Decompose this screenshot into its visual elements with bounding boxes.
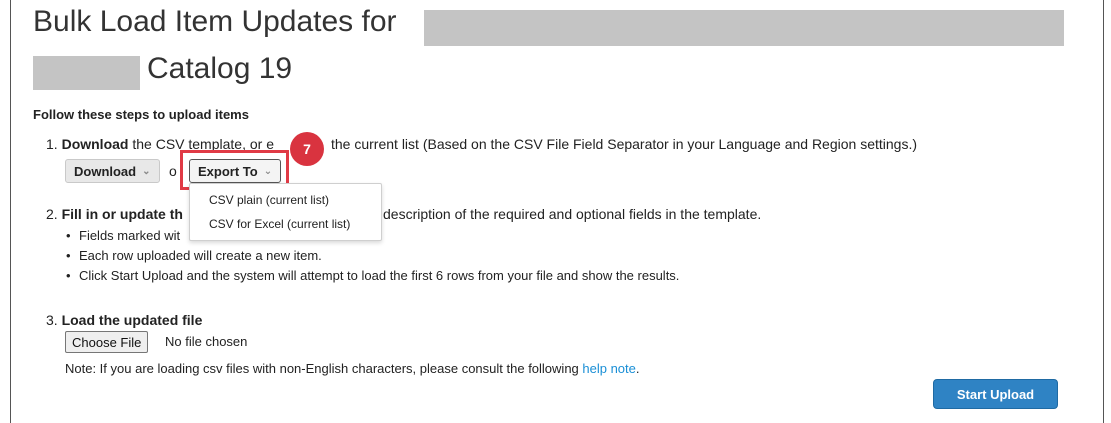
- no-file-chosen-text: No file chosen: [165, 334, 248, 349]
- note-text: Note: If you are loading csv files with …: [65, 361, 640, 376]
- step2-bullet-upload: Click Start Upload and the system will a…: [66, 268, 679, 283]
- redacted-block: [33, 56, 140, 90]
- redacted-block: [424, 10, 1064, 46]
- note-end: .: [635, 361, 640, 376]
- note-body: Note: If you are loading csv files with …: [65, 361, 583, 376]
- step3-heading: 3. Load the updated file: [46, 312, 202, 328]
- step1-bold: Download: [61, 136, 129, 152]
- annotation-badge: 7: [290, 132, 324, 166]
- step1-number: 1.: [46, 136, 58, 152]
- step2-heading: 2. Fill in or update th: [46, 206, 183, 222]
- step2-number: 2.: [46, 206, 58, 222]
- menu-item-csv-plain[interactable]: CSV plain (current list): [209, 193, 329, 207]
- step1-text-b: the current list (Based on the CSV File …: [331, 136, 917, 152]
- start-upload-button[interactable]: Start Upload: [933, 379, 1058, 409]
- menu-item-csv-excel[interactable]: CSV for Excel (current list): [209, 217, 350, 231]
- step3-bold: Load the updated file: [61, 312, 203, 328]
- choose-file-button[interactable]: Choose File: [65, 331, 149, 353]
- or-text: o: [169, 163, 177, 179]
- download-button[interactable]: Download ⌄: [65, 159, 160, 183]
- step2-text: description of the required and optional…: [383, 206, 762, 222]
- step2-bold: Fill in or update th: [61, 206, 183, 222]
- download-button-label: Download: [74, 163, 137, 179]
- step3-number: 3.: [46, 312, 58, 328]
- page-title-line1: Bulk Load Item Updates for: [33, 5, 397, 38]
- frame-left-border: [10, 0, 11, 423]
- help-note-link[interactable]: help note: [582, 361, 636, 376]
- frame-right-border: [1103, 0, 1104, 423]
- step2-bullet-rows: Each row uploaded will create a new item…: [66, 248, 322, 263]
- chevron-down-icon: ⌄: [142, 165, 151, 177]
- step2-bullet-fields: Fields marked wit: [66, 228, 180, 243]
- export-dropdown-menu: CSV plain (current list) CSV for Excel (…: [189, 183, 382, 241]
- steps-heading: Follow these steps to upload items: [33, 107, 249, 122]
- page-title-line2: Catalog 19: [147, 52, 293, 85]
